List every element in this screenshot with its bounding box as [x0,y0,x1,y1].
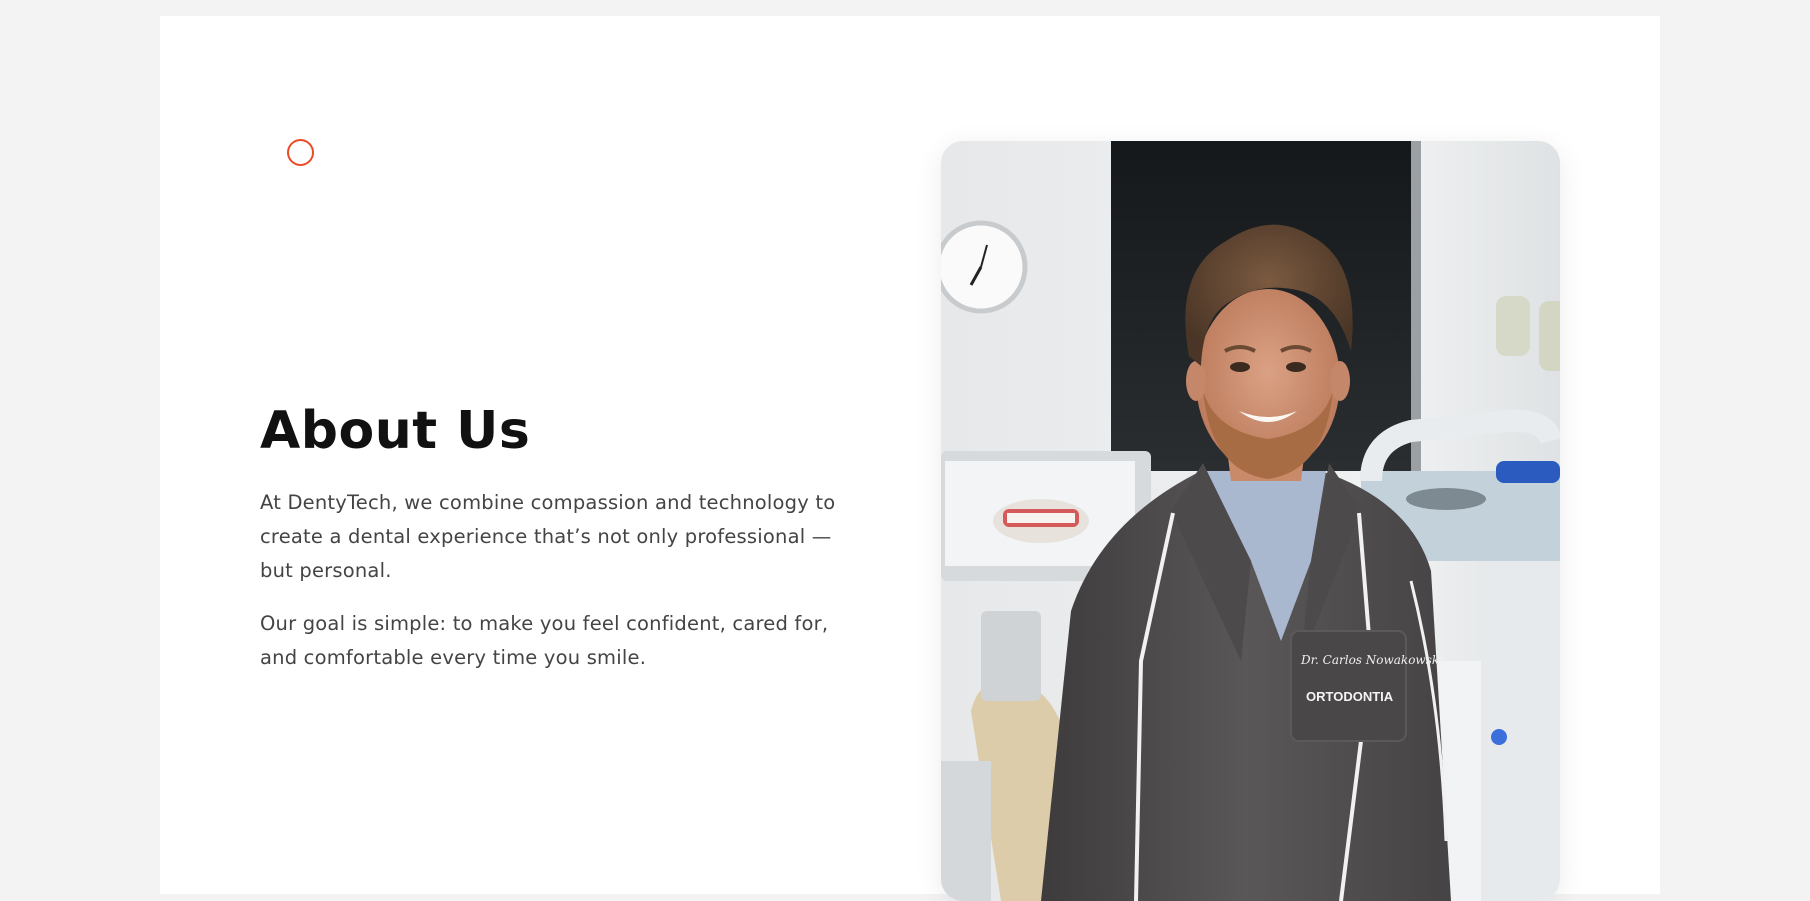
about-text-column: About Us At DentyTech, we combine compas… [260,400,870,675]
dentist-photo: Dr. Carlos Nowakowski ORTODONTIA [941,141,1560,901]
coat-name-tag: Dr. Carlos Nowakowski [1300,653,1443,667]
about-paragraph-intro: At DentyTech, we combine compassion and … [260,491,836,583]
about-heading: About Us [260,401,531,461]
about-paragraph-goal: Our goal is simple: to make you feel con… [260,612,829,670]
coat-pocket-label: ORTODONTIA [1306,689,1394,704]
circle-outline-icon [287,139,314,166]
